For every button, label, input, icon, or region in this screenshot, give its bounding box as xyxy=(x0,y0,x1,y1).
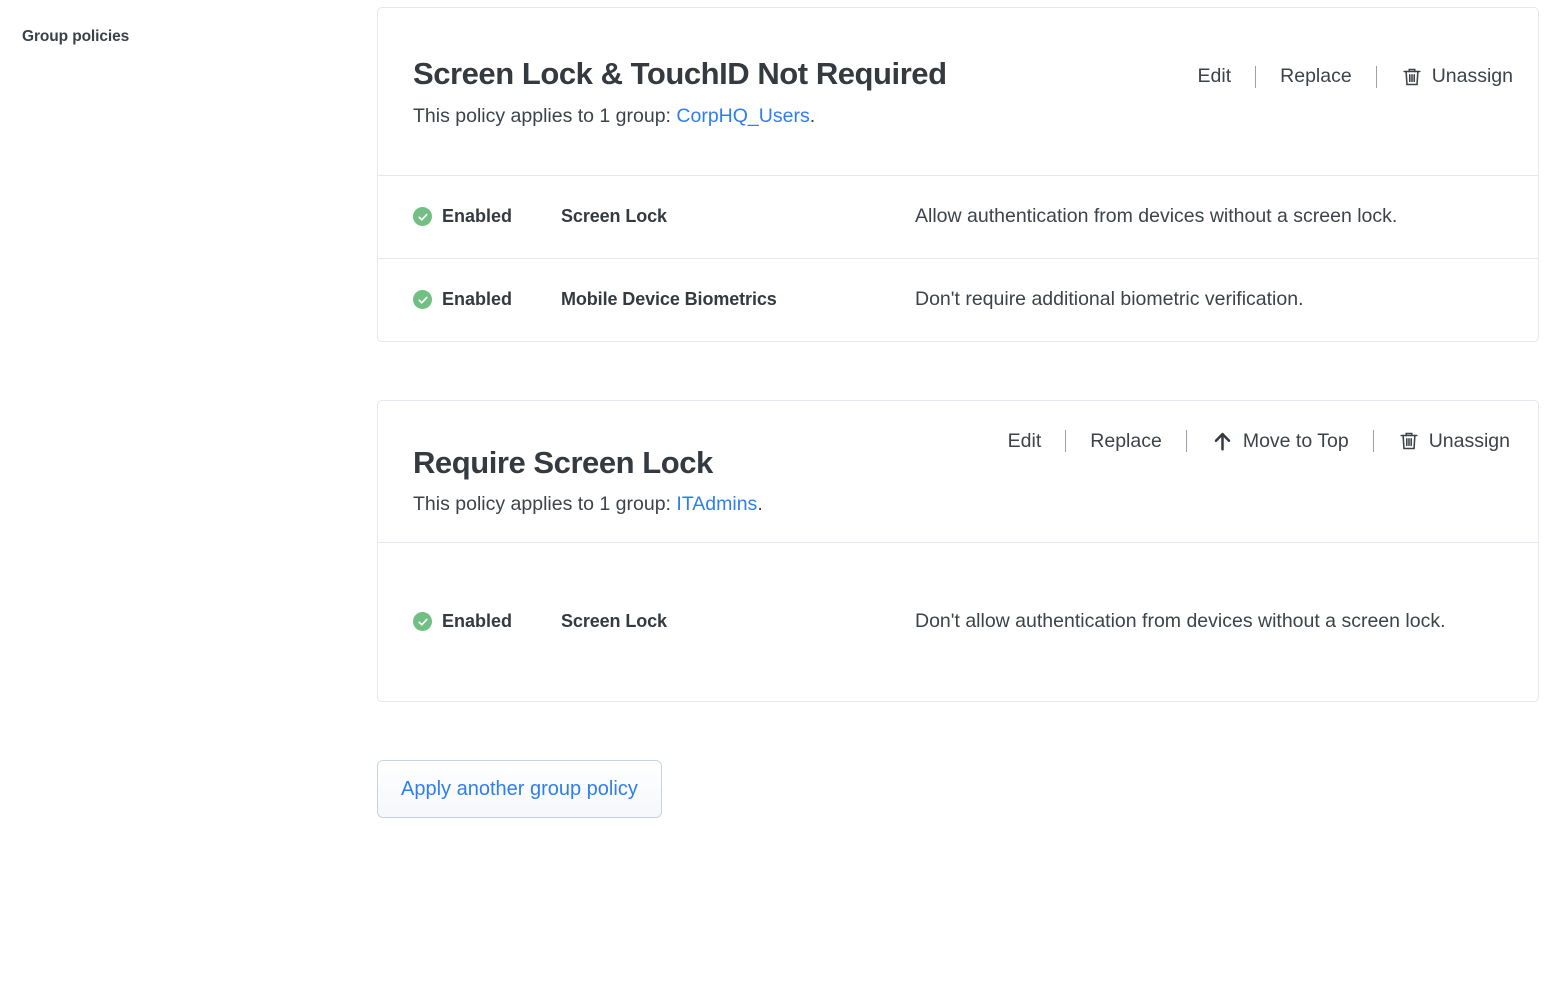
group-link-corphq-users[interactable]: CorpHQ_Users xyxy=(676,105,809,127)
setting-row: Enabled Screen Lock Allow authentication… xyxy=(378,176,1538,259)
group-link-itadmins[interactable]: ITAdmins xyxy=(676,493,757,515)
check-circle-icon xyxy=(413,612,432,631)
unassign-label: Unassign xyxy=(1432,67,1513,87)
group-policies-page: Group policies Screen Lock & TouchID Not… xyxy=(0,0,1560,999)
trash-icon xyxy=(1398,430,1420,452)
policy-applies-prefix: This policy applies to 1 group: xyxy=(413,105,676,127)
apply-another-group-policy-button[interactable]: Apply another group policy xyxy=(377,760,662,818)
setting-status-label: Enabled xyxy=(442,611,512,632)
unassign-label: Unassign xyxy=(1429,432,1510,452)
policy-card: Require Screen Lock This policy applies … xyxy=(377,400,1539,702)
setting-name: Screen Lock xyxy=(561,206,915,227)
setting-status: Enabled xyxy=(413,611,561,632)
setting-description: Allow authentication from devices withou… xyxy=(915,202,1514,232)
policy-list: Screen Lock & TouchID Not Required This … xyxy=(377,7,1539,818)
policy-applies-to: This policy applies to 1 group: ITAdmins… xyxy=(413,492,1514,516)
action-divider xyxy=(1065,430,1066,452)
setting-name: Mobile Device Biometrics xyxy=(561,289,915,310)
action-divider xyxy=(1373,430,1374,452)
section-label-group-policies: Group policies xyxy=(22,28,129,46)
apply-policy-footer: Apply another group policy xyxy=(377,760,1539,818)
policy-card-header: Screen Lock & TouchID Not Required This … xyxy=(378,8,1538,176)
policy-actions: Edit Replace Move to Top xyxy=(1004,430,1514,453)
move-to-top-button[interactable]: Move to Top xyxy=(1207,430,1353,453)
trash-icon xyxy=(1401,66,1423,88)
policy-card: Screen Lock & TouchID Not Required This … xyxy=(377,7,1539,342)
unassign-button[interactable]: Unassign xyxy=(1394,430,1514,452)
setting-row: Enabled Screen Lock Don't allow authenti… xyxy=(378,543,1538,701)
policy-applies-suffix: . xyxy=(757,493,762,515)
action-divider xyxy=(1186,430,1187,452)
edit-button[interactable]: Edit xyxy=(1194,67,1236,87)
policy-applies-prefix: This policy applies to 1 group: xyxy=(413,493,676,515)
policy-applies-to: This policy applies to 1 group: CorpHQ_U… xyxy=(413,104,1514,128)
action-divider xyxy=(1376,66,1377,88)
setting-status-label: Enabled xyxy=(442,289,512,310)
policy-applies-suffix: . xyxy=(810,105,815,127)
setting-status: Enabled xyxy=(413,206,561,227)
action-divider xyxy=(1255,66,1256,88)
setting-description: Don't allow authentication from devices … xyxy=(915,607,1514,637)
setting-status-label: Enabled xyxy=(442,206,512,227)
replace-button[interactable]: Replace xyxy=(1276,67,1356,87)
setting-status: Enabled xyxy=(413,289,561,310)
setting-description: Don't require additional biometric verif… xyxy=(915,285,1514,315)
unassign-button[interactable]: Unassign xyxy=(1397,66,1517,88)
check-circle-icon xyxy=(413,290,432,309)
setting-row: Enabled Mobile Device Biometrics Don't r… xyxy=(378,259,1538,341)
arrow-up-icon xyxy=(1211,430,1234,453)
check-circle-icon xyxy=(413,207,432,226)
edit-button[interactable]: Edit xyxy=(1004,432,1046,452)
move-to-top-label: Move to Top xyxy=(1243,432,1349,452)
setting-name: Screen Lock xyxy=(561,611,915,632)
policy-actions: Edit Replace Unassign xyxy=(1194,66,1517,88)
replace-button[interactable]: Replace xyxy=(1086,432,1166,452)
policy-card-header: Require Screen Lock This policy applies … xyxy=(378,401,1538,543)
